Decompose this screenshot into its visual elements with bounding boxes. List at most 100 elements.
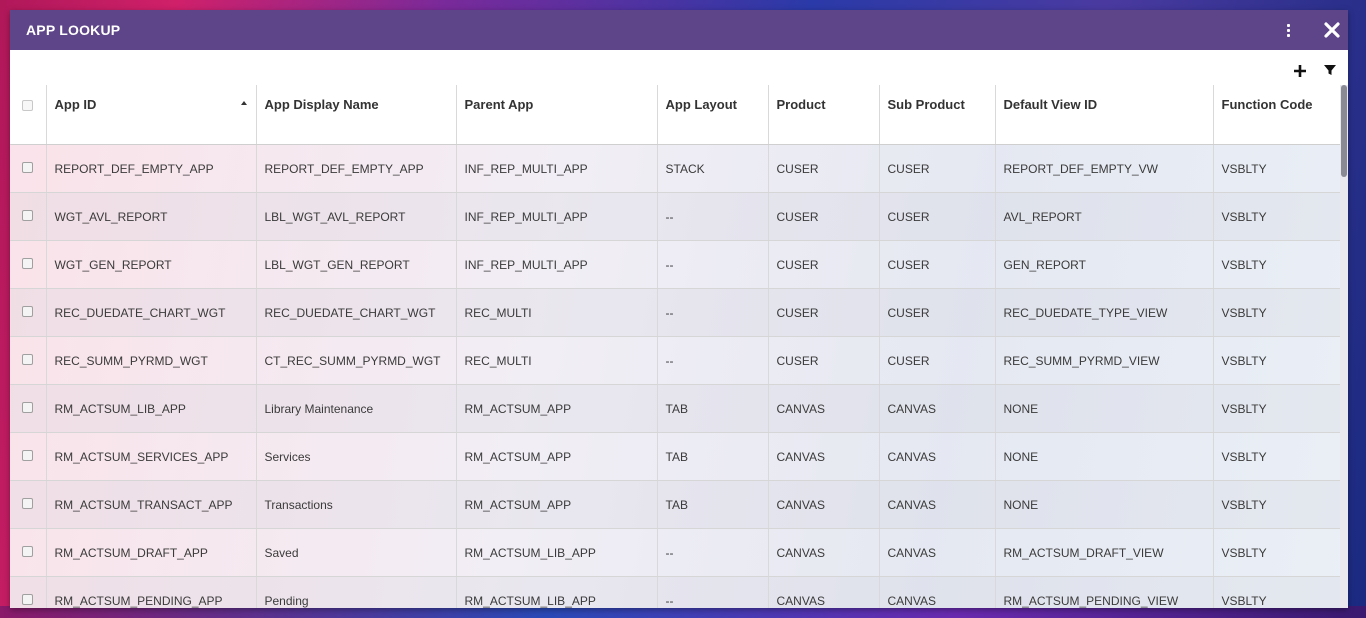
- table-cell: NONE: [995, 480, 1214, 529]
- table-cell: CUSER: [768, 144, 880, 193]
- table-row[interactable]: REC_SUMM_PYRMD_WGT CT_REC_SUMM_PYRMD_WGT R…: [10, 336, 1348, 385]
- table-cell: INF_REP_MULTI_APP: [456, 240, 658, 289]
- table-cell: VSBLTY: [1213, 240, 1348, 289]
- column-header-app-display-name[interactable]: App Display Name: [256, 85, 457, 145]
- table-cell: Library Maintenance: [256, 384, 457, 433]
- row-checkbox[interactable]: [22, 257, 33, 269]
- funnel-filter-icon[interactable]: [1322, 62, 1338, 78]
- table-cell: --: [657, 288, 769, 337]
- table-cell: VSBLTY: [1213, 192, 1348, 241]
- table-cell: NONE: [995, 432, 1214, 481]
- table-cell: REPORT_DEF_EMPTY_APP: [256, 144, 457, 193]
- close-x-icon[interactable]: [1320, 18, 1344, 42]
- row-select-cell: [10, 192, 47, 241]
- table-cell: VSBLTY: [1213, 336, 1348, 385]
- table-cell: CANVAS: [879, 576, 996, 608]
- table-cell: Saved: [256, 528, 457, 577]
- table-cell: --: [657, 576, 769, 608]
- column-header-app-id[interactable]: App ID: [46, 85, 257, 145]
- select-all-checkbox[interactable]: [22, 100, 33, 111]
- column-header-product[interactable]: Product: [768, 85, 880, 145]
- row-checkbox[interactable]: [22, 401, 33, 413]
- table-cell: REPORT_DEF_EMPTY_VW: [995, 144, 1214, 193]
- table-cell: REC_DUEDATE_CHART_WGT: [46, 288, 257, 337]
- table-cell: VSBLTY: [1213, 480, 1348, 529]
- column-header-function-code[interactable]: Function Code: [1213, 85, 1348, 145]
- table-cell: RM_ACTSUM_DRAFT_VIEW: [995, 528, 1214, 577]
- row-checkbox[interactable]: [22, 209, 33, 221]
- table-cell: LBL_WGT_GEN_REPORT: [256, 240, 457, 289]
- column-header-parent-app[interactable]: Parent App: [456, 85, 658, 145]
- vertical-scrollbar[interactable]: [1340, 85, 1348, 608]
- table-cell: CUSER: [879, 336, 996, 385]
- table-cell: TAB: [657, 384, 769, 433]
- row-checkbox[interactable]: [22, 449, 33, 461]
- table-body: REPORT_DEF_EMPTY_APP REPORT_DEF_EMPTY_APP…: [10, 144, 1348, 608]
- table-cell: CUSER: [768, 288, 880, 337]
- app-table: App ID App Display Name Parent App App L…: [10, 85, 1348, 608]
- row-select-cell: [10, 480, 47, 529]
- table-cell: WGT_GEN_REPORT: [46, 240, 257, 289]
- table-cell: TAB: [657, 432, 769, 481]
- table-cell: REPORT_DEF_EMPTY_APP: [46, 144, 257, 193]
- table-cell: LBL_WGT_AVL_REPORT: [256, 192, 457, 241]
- table-row[interactable]: REC_DUEDATE_CHART_WGT REC_DUEDATE_CHART_W…: [10, 288, 1348, 337]
- table-cell: CUSER: [768, 336, 880, 385]
- table-row[interactable]: RM_ACTSUM_SERVICES_APP Services RM_ACTSUM_…: [10, 432, 1348, 481]
- kebab-vertical-icon[interactable]: [1278, 20, 1298, 40]
- row-checkbox[interactable]: [22, 161, 33, 173]
- table-cell: RM_ACTSUM_APP: [456, 480, 658, 529]
- row-checkbox[interactable]: [22, 497, 33, 509]
- table-toolbar: [10, 50, 1348, 86]
- table-row[interactable]: RM_ACTSUM_PENDING_APP Pending RM_ACTSUM_LI…: [10, 576, 1348, 608]
- table-cell: CANVAS: [768, 384, 880, 433]
- table-cell: Transactions: [256, 480, 457, 529]
- table-cell: Pending: [256, 576, 457, 608]
- row-checkbox[interactable]: [22, 593, 33, 605]
- row-checkbox[interactable]: [22, 353, 33, 365]
- row-checkbox[interactable]: [22, 305, 33, 317]
- row-select-cell: [10, 528, 47, 577]
- table-cell: CUSER: [879, 240, 996, 289]
- table-cell: VSBLTY: [1213, 288, 1348, 337]
- table-row[interactable]: REPORT_DEF_EMPTY_APP REPORT_DEF_EMPTY_APP…: [10, 144, 1348, 193]
- table-cell: RM_ACTSUM_LIB_APP: [456, 576, 658, 608]
- table-cell: NONE: [995, 384, 1214, 433]
- column-header-app-layout[interactable]: App Layout: [657, 85, 769, 145]
- table-cell: RM_ACTSUM_APP: [456, 384, 658, 433]
- table-row[interactable]: RM_ACTSUM_TRANSACT_APP Transactions RM_ACT…: [10, 480, 1348, 529]
- table-cell: WGT_AVL_REPORT: [46, 192, 257, 241]
- table-cell: AVL_REPORT: [995, 192, 1214, 241]
- table-cell: --: [657, 240, 769, 289]
- table-row[interactable]: RM_ACTSUM_DRAFT_APP Saved RM_ACTSUM_LIB_AP…: [10, 528, 1348, 577]
- table-cell: RM_ACTSUM_LIB_APP: [456, 528, 658, 577]
- table-cell: TAB: [657, 480, 769, 529]
- row-checkbox[interactable]: [22, 545, 33, 557]
- column-header-sub-product[interactable]: Sub Product: [879, 85, 996, 145]
- table-cell: VSBLTY: [1213, 384, 1348, 433]
- table-cell: RM_ACTSUM_PENDING_APP: [46, 576, 257, 608]
- column-header-default-view-id[interactable]: Default View ID: [995, 85, 1214, 145]
- row-select-cell: [10, 240, 47, 289]
- table-cell: VSBLTY: [1213, 576, 1348, 608]
- table-header-row: App ID App Display Name Parent App App L…: [10, 85, 1348, 145]
- table-cell: Services: [256, 432, 457, 481]
- row-select-cell: [10, 144, 47, 193]
- table-row[interactable]: WGT_GEN_REPORT LBL_WGT_GEN_REPORT INF_REP_…: [10, 240, 1348, 289]
- table-cell: --: [657, 528, 769, 577]
- table-cell: REC_DUEDATE_TYPE_VIEW: [995, 288, 1214, 337]
- row-select-cell: [10, 336, 47, 385]
- table-cell: STACK: [657, 144, 769, 193]
- table-cell: RM_ACTSUM_DRAFT_APP: [46, 528, 257, 577]
- table-cell: REC_MULTI: [456, 336, 658, 385]
- table-cell: CUSER: [879, 192, 996, 241]
- table-cell: CUSER: [879, 144, 996, 193]
- table-row[interactable]: RM_ACTSUM_LIB_APP Library Maintenance RM_A…: [10, 384, 1348, 433]
- table-row[interactable]: WGT_AVL_REPORT LBL_WGT_AVL_REPORT INF_REP_…: [10, 192, 1348, 241]
- dialog-titlebar: APP LOOKUP: [10, 10, 1348, 50]
- plus-icon[interactable]: [1292, 63, 1308, 79]
- select-all-header: [10, 85, 47, 145]
- sort-ascending-icon[interactable]: [240, 99, 248, 107]
- scrollbar-thumb[interactable]: [1341, 85, 1347, 177]
- row-select-cell: [10, 384, 47, 433]
